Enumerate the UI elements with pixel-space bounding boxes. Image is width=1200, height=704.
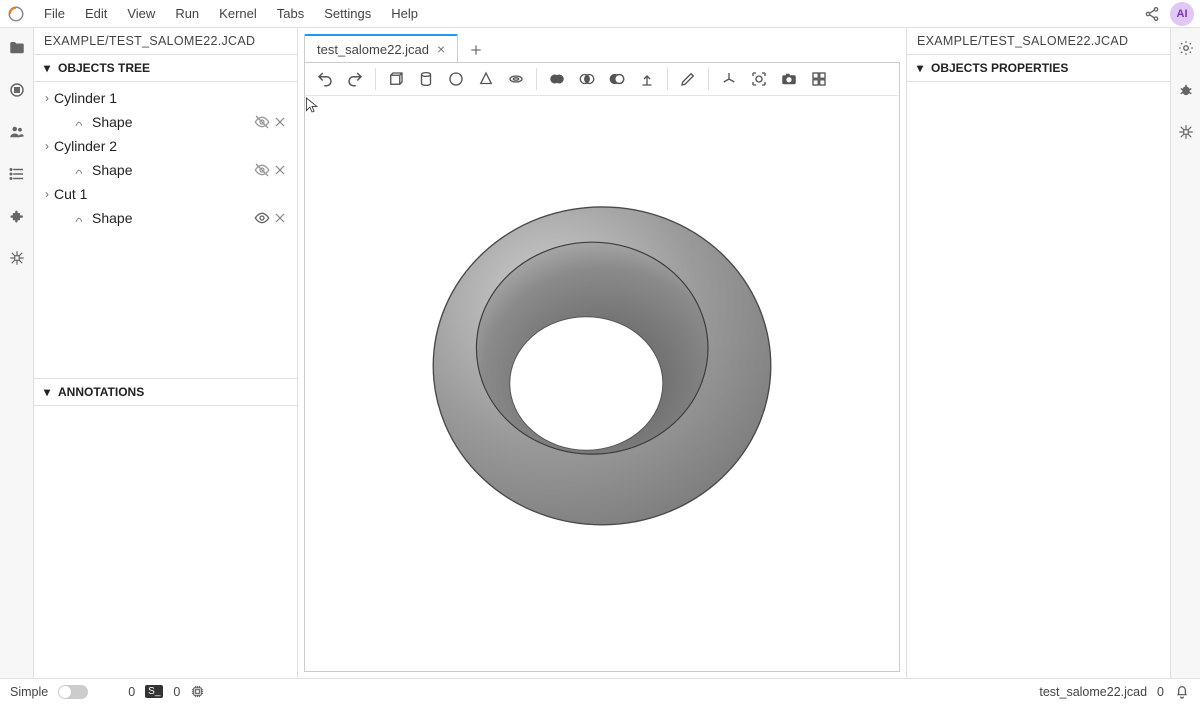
folder-icon[interactable] [7,38,27,58]
menu-file[interactable]: File [34,2,75,25]
tree-item-label: Cylinder 2 [54,138,289,154]
visibility-off-icon[interactable] [253,114,271,130]
bell-icon[interactable] [1174,684,1190,700]
caret-down-icon: ▾ [44,61,54,75]
status-filename: test_salome22.jcad [1039,685,1147,699]
editor-area: test_salome22.jcad × [298,28,906,678]
3d-viewport[interactable] [304,96,900,672]
cylinder-tool-button[interactable] [412,65,440,93]
property-inspector-icon[interactable] [1176,38,1196,58]
expand-icon[interactable]: › [40,139,54,153]
tree-item-label: Cylinder 1 [54,90,289,106]
menu-run[interactable]: Run [165,2,209,25]
terminal-count: 0 [173,685,180,699]
menu-help[interactable]: Help [381,2,428,25]
menubar: File Edit View Run Kernel Tabs Settings … [0,0,1200,28]
terminal-badge-icon[interactable]: S_ [145,685,163,698]
caret-down-icon: ▾ [917,61,927,75]
running-icon[interactable] [7,80,27,100]
tree-item-label: Shape [92,114,253,130]
shape-icon [74,212,88,224]
axes-tool-button[interactable] [715,65,743,93]
new-tab-button[interactable] [464,38,488,62]
expand-icon[interactable]: › [40,187,54,201]
aux-bar [1170,28,1200,678]
delete-icon[interactable] [271,163,289,177]
undo-button[interactable] [311,65,339,93]
shape-icon [74,116,88,128]
tree-item-label: Shape [92,210,253,226]
tree-item-cylinder-1-shape[interactable]: Shape [34,110,297,134]
tree-item-cylinder-2[interactable]: › Cylinder 2 [34,134,297,158]
caret-down-icon: ▾ [44,385,54,399]
expand-icon[interactable]: › [40,91,54,105]
toc-icon[interactable] [7,164,27,184]
delete-icon[interactable] [271,115,289,129]
annotations-region: ▾ ANNOTATIONS [34,378,297,678]
torus-tool-button[interactable] [502,65,530,93]
extensions-icon[interactable] [7,206,27,226]
cad-toolbar [304,62,900,96]
menu-settings[interactable]: Settings [314,2,381,25]
camera-tool-button[interactable] [775,65,803,93]
union-tool-button[interactable] [543,65,571,93]
mode-label: Simple [10,685,48,699]
statusbar: Simple 0 S_ 0 test_salome22.jcad 0 [0,678,1200,704]
edit-tool-button[interactable] [674,65,702,93]
tab-jcad-file[interactable]: test_salome22.jcad × [304,34,458,62]
shape-icon [74,164,88,176]
close-tab-icon[interactable]: × [437,42,445,56]
box-tool-button[interactable] [382,65,410,93]
annotations-header[interactable]: ▾ ANNOTATIONS [34,379,297,406]
app-logo [6,4,26,24]
annotations-header-label: ANNOTATIONS [58,385,144,399]
grid-tool-button[interactable] [805,65,833,93]
tab-label: test_salome22.jcad [317,42,429,57]
tree-item-cylinder-1[interactable]: › Cylinder 1 [34,86,297,110]
kernel-count: 0 [128,685,135,699]
object-properties-header[interactable]: ▾ OBJECTS PROPERTIES [907,55,1170,82]
delete-icon[interactable] [271,211,289,225]
visibility-off-icon[interactable] [253,162,271,178]
debugger-icon[interactable] [1176,80,1196,100]
sphere-tool-button[interactable] [442,65,470,93]
menu-tabs[interactable]: Tabs [267,2,314,25]
tabbar: test_salome22.jcad × [304,34,900,62]
jcad-icon[interactable] [7,248,27,268]
objects-tree: › Cylinder 1 Shape › Cylinder 2 [34,82,297,240]
right-panel-title: EXAMPLE/TEST_SALOME22.JCAD [907,28,1170,55]
objects-tree-header[interactable]: ▾ OBJECTS TREE [34,55,297,82]
left-panel: EXAMPLE/TEST_SALOME22.JCAD ▾ OBJECTS TRE… [34,28,298,678]
menu-edit[interactable]: Edit [75,2,117,25]
menu-kernel[interactable]: Kernel [209,2,267,25]
object-properties-header-label: OBJECTS PROPERTIES [931,61,1068,75]
redo-button[interactable] [341,65,369,93]
left-panel-title: EXAMPLE/TEST_SALOME22.JCAD [34,28,297,55]
menu-view[interactable]: View [117,2,165,25]
intersection-tool-button[interactable] [573,65,601,93]
activity-bar [0,28,34,678]
cone-tool-button[interactable] [472,65,500,93]
tree-item-cut-1[interactable]: › Cut 1 [34,182,297,206]
focus-tool-button[interactable] [745,65,773,93]
avatar[interactable]: AI [1170,2,1194,26]
cpu-icon[interactable] [190,684,205,699]
difference-tool-button[interactable] [603,65,631,93]
tree-item-label: Cut 1 [54,186,289,202]
jcad-right-icon[interactable] [1176,122,1196,142]
users-icon[interactable] [7,122,27,142]
objects-tree-header-label: OBJECTS TREE [58,61,150,75]
tree-item-label: Shape [92,162,253,178]
status-right-count: 0 [1157,685,1164,699]
right-panel: EXAMPLE/TEST_SALOME22.JCAD ▾ OBJECTS PRO… [906,28,1170,678]
visibility-on-icon[interactable] [253,210,271,226]
extrude-tool-button[interactable] [633,65,661,93]
tree-item-cylinder-2-shape[interactable]: Shape [34,158,297,182]
share-icon[interactable] [1140,2,1164,26]
mode-toggle[interactable] [58,685,88,699]
tree-item-cut-1-shape[interactable]: Shape [34,206,297,230]
